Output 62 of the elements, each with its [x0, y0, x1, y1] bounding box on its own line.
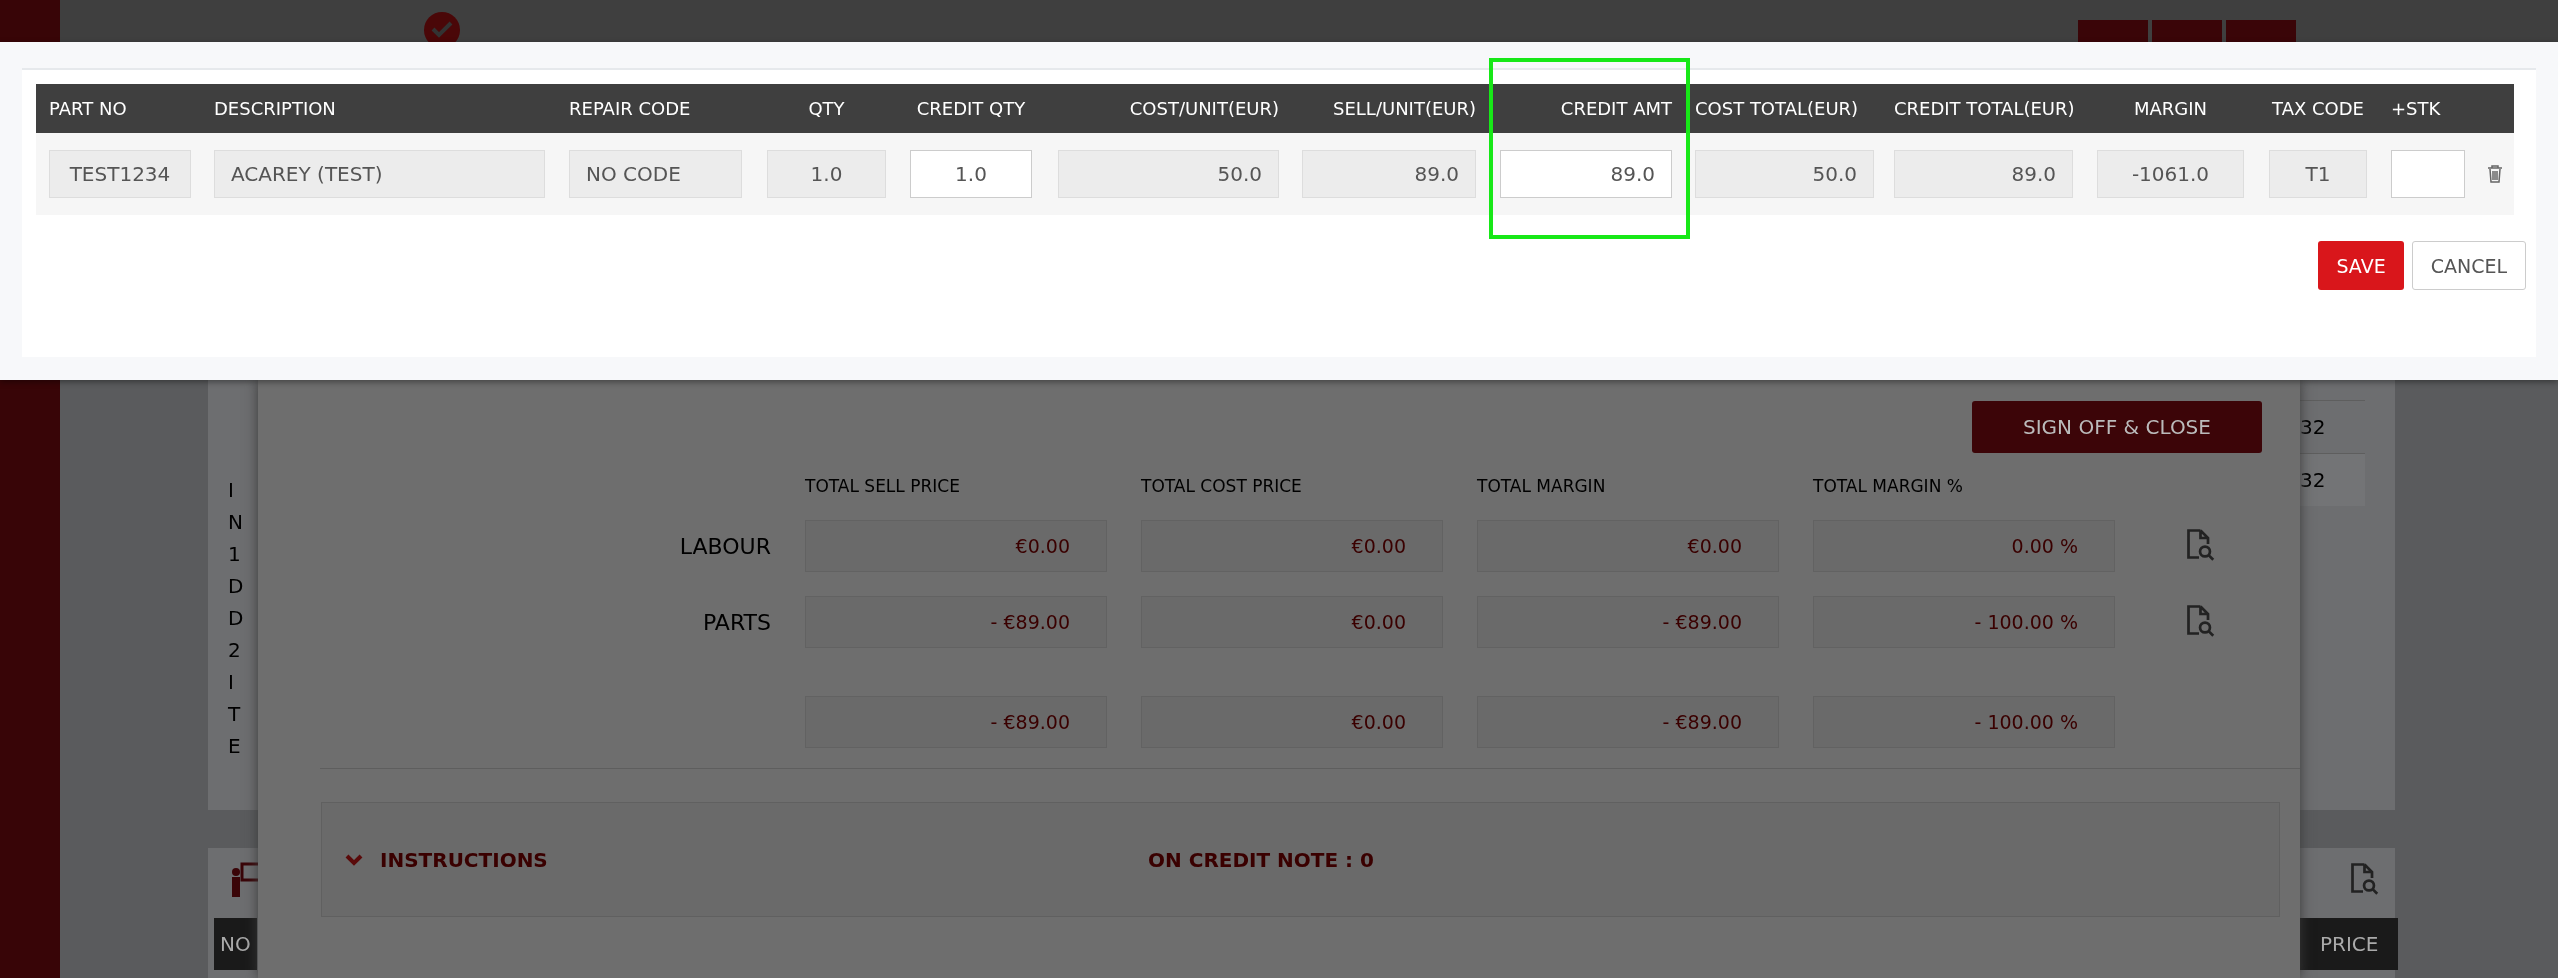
total-field: €0.00	[1141, 696, 1443, 748]
column-header: MARGIN	[2132, 98, 2209, 119]
column-label: TOTAL MARGIN	[1477, 476, 1607, 496]
readonly-field[interactable]: 50.0	[1695, 150, 1874, 198]
total-field: - €89.00	[1477, 596, 1779, 648]
column-label: TOTAL COST PRICE	[1141, 476, 1303, 496]
column-header: COST/UNIT(EUR)	[1128, 98, 1279, 119]
total-field: €0.00	[1477, 520, 1779, 572]
total-field: 0.00 %	[1813, 520, 2115, 572]
cancel-button[interactable]: CANCEL	[2411, 241, 2526, 290]
readonly-field[interactable]: 50.0	[1058, 150, 1279, 198]
column-header: +STK	[2391, 98, 2442, 119]
input-field[interactable]: 89.0	[1500, 150, 1672, 198]
total-field: €0.00	[805, 520, 1107, 572]
trash-icon[interactable]	[2487, 165, 2503, 183]
column-header: DESCRIPTION	[214, 98, 337, 119]
column-header: QTY	[807, 98, 846, 119]
total-field: - €89.00	[805, 696, 1107, 748]
row-label: PARTS	[702, 609, 771, 635]
total-field: €0.00	[1141, 596, 1443, 648]
table-header: PRICE	[2300, 918, 2399, 970]
readonly-field[interactable]: TEST1234	[49, 150, 191, 198]
sign-off-button[interactable]: SIGN OFF & CLOSE	[1972, 401, 2262, 453]
total-field: - 100.00 %	[1813, 696, 2115, 748]
readonly-field[interactable]: ACAREY (TEST)	[214, 150, 545, 198]
column-label: TOTAL MARGIN %	[1813, 476, 1964, 496]
text-fragment: 2	[228, 640, 242, 660]
text-fragment: T	[228, 704, 242, 724]
column-header: CREDIT AMT	[1559, 98, 1672, 119]
column-header: TAX CODE	[2271, 98, 2365, 119]
text-fragment: I	[228, 480, 235, 500]
column-header: CREDIT TOTAL(EUR)	[1894, 98, 2073, 119]
text-fragment: 1	[228, 544, 242, 564]
text-fragment: I	[228, 672, 235, 692]
text-fragment: D	[228, 608, 244, 628]
table-header: NO	[214, 918, 257, 970]
column-label: TOTAL SELL PRICE	[805, 476, 961, 496]
total-field: €0.00	[1141, 520, 1443, 572]
total-field: - 100.00 %	[1813, 596, 2115, 648]
column-header: SELL/UNIT(EUR)	[1332, 98, 1476, 119]
column-header: CREDIT QTY	[915, 98, 1027, 119]
readonly-field[interactable]: 1.0	[767, 150, 886, 198]
column-header: COST TOTAL(EUR)	[1695, 98, 1860, 119]
total-field: - €89.00	[805, 596, 1107, 648]
total-field: - €89.00	[1477, 696, 1779, 748]
text-fragment: N	[228, 512, 244, 532]
readonly-field[interactable]: -1061.0	[2097, 150, 2244, 198]
readonly-field[interactable]: 89.0	[1894, 150, 2073, 198]
readonly-field[interactable]: NO CODE	[569, 150, 742, 198]
input-field[interactable]	[2391, 150, 2465, 198]
credit-note-count: ON CREDIT NOTE : 0	[1148, 847, 1374, 872]
readonly-field[interactable]: 89.0	[1302, 150, 1476, 198]
column-header: PART NO	[49, 98, 128, 119]
row-label: LABOUR	[678, 533, 771, 559]
text-fragment: E	[228, 736, 242, 756]
section-title[interactable]: INSTRUCTIONS	[380, 847, 1148, 872]
text-fragment: D	[228, 576, 244, 596]
readonly-field[interactable]: T1	[2269, 150, 2367, 198]
column-header: REPAIR CODE	[569, 98, 692, 119]
save-button[interactable]: SAVE	[2318, 241, 2404, 290]
chevron-down-icon[interactable]	[344, 852, 364, 867]
input-field[interactable]: 1.0	[910, 150, 1032, 198]
